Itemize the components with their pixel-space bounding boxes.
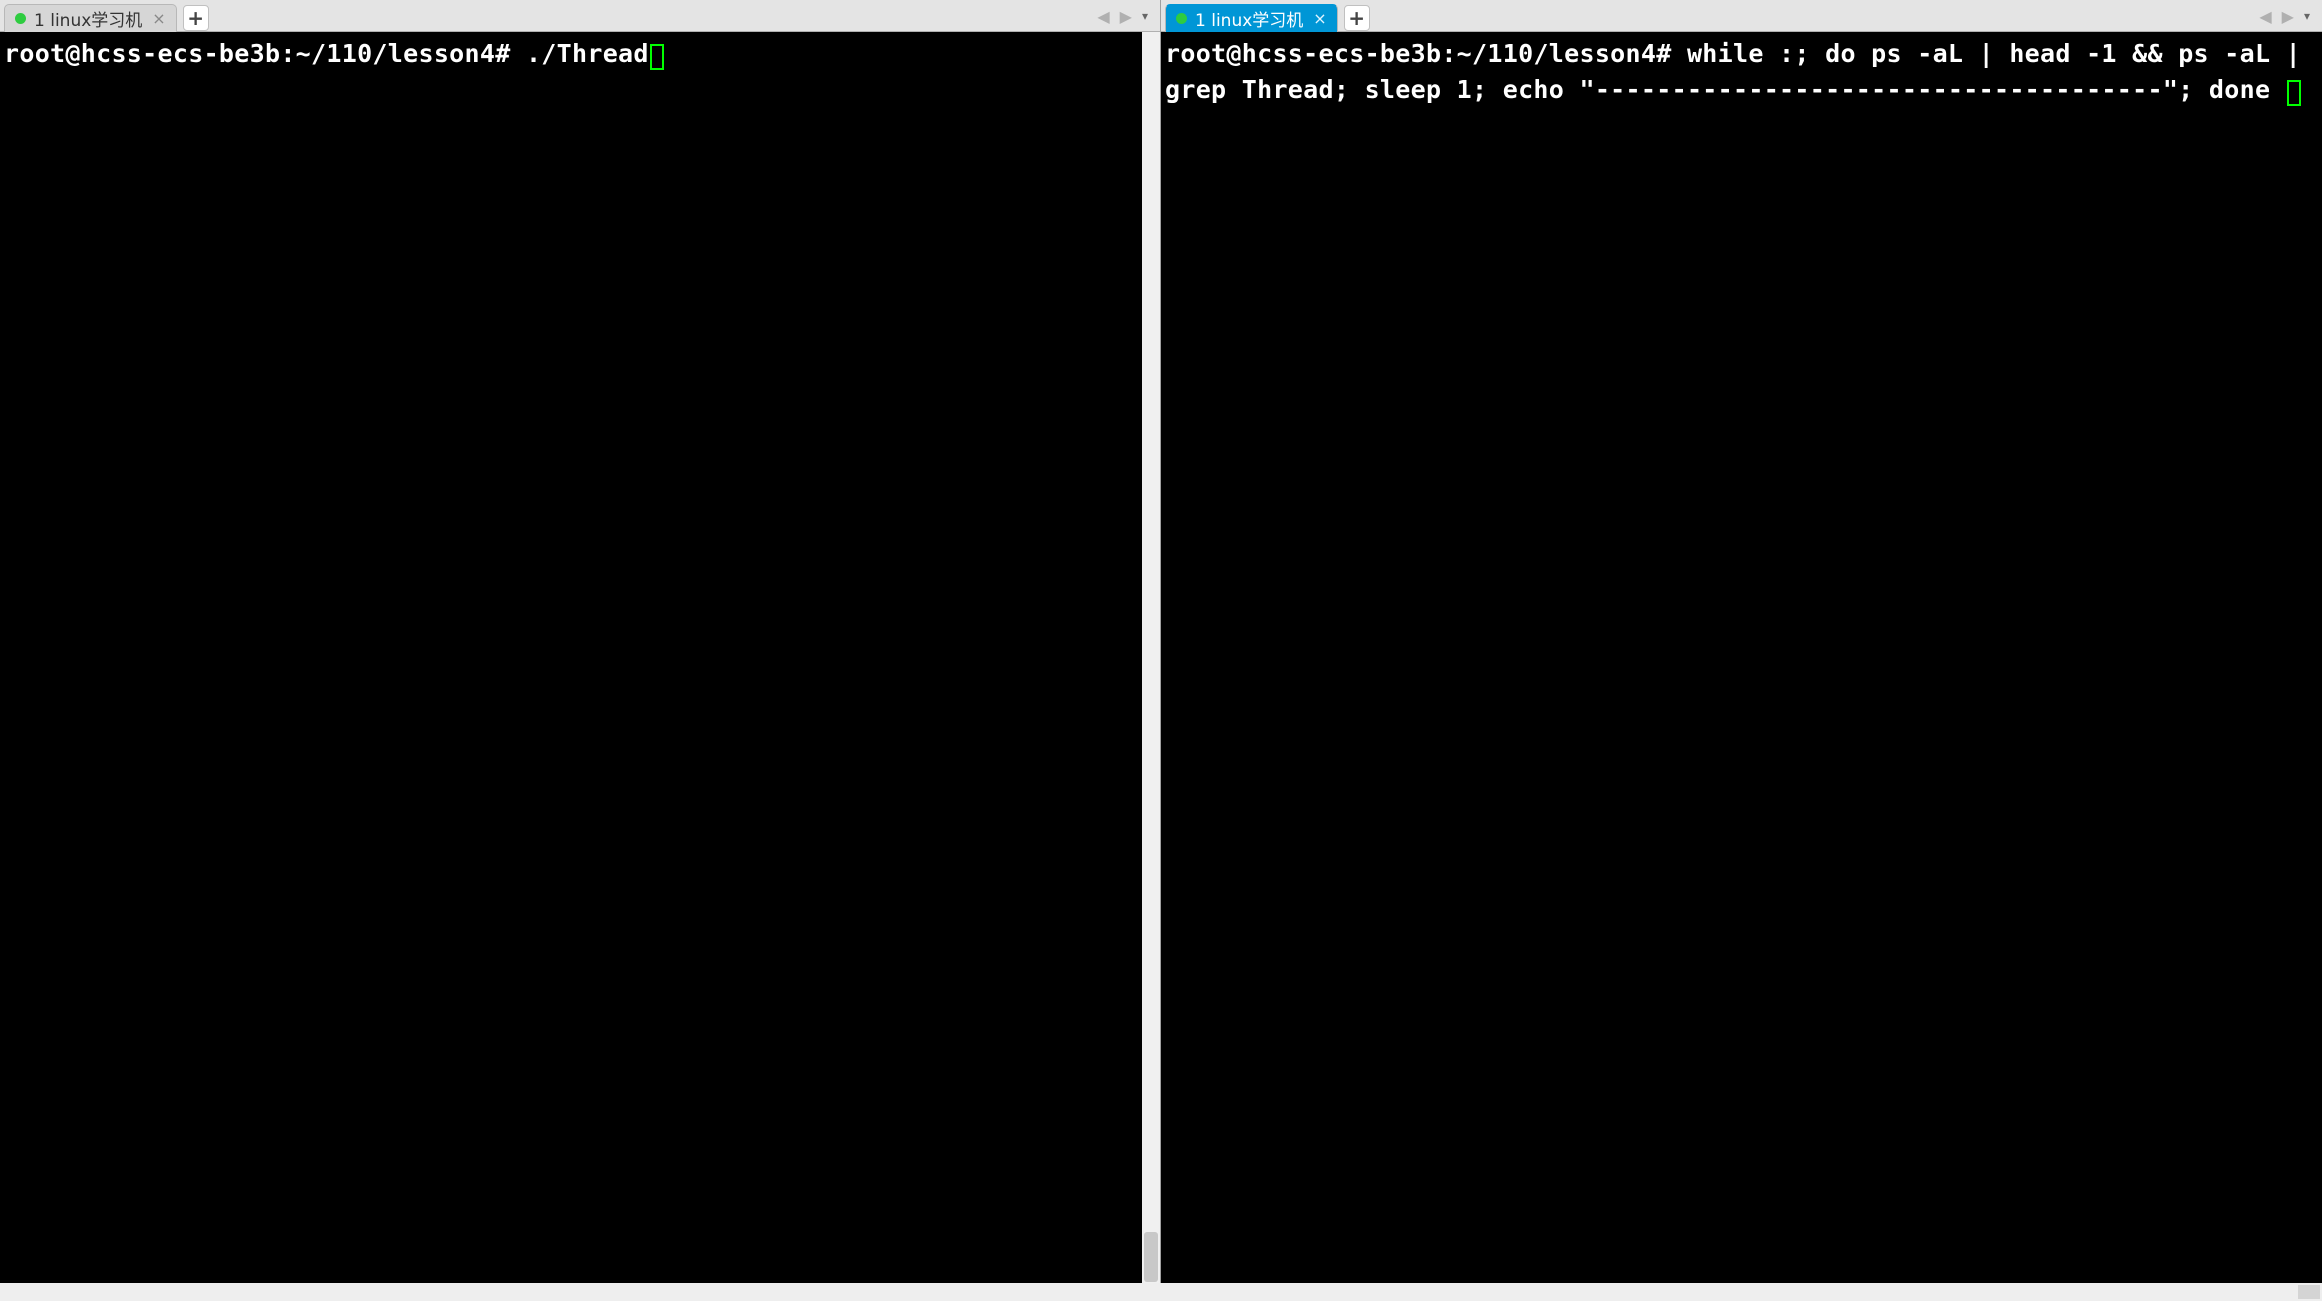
- new-tab-button[interactable]: +: [1344, 5, 1370, 31]
- cursor-icon: [2287, 80, 2301, 106]
- new-tab-button[interactable]: +: [183, 5, 209, 31]
- right-pane: 1 linux学习机 × + ◀ ▶ ▾ root@hcss-ecs-be3b:…: [1161, 0, 2322, 1301]
- tab-dropdown-icon[interactable]: ▾: [1138, 9, 1152, 23]
- right-tabbar: 1 linux学习机 × + ◀ ▶ ▾: [1161, 0, 2322, 32]
- next-tab-icon[interactable]: ▶: [2278, 7, 2298, 26]
- right-terminal[interactable]: root@hcss-ecs-be3b:~/110/lesson4# while …: [1161, 32, 2322, 1301]
- next-tab-icon[interactable]: ▶: [1116, 7, 1136, 26]
- resize-grip-icon[interactable]: [2298, 1285, 2320, 1299]
- left-tab-label: 1 linux学习机: [34, 6, 142, 31]
- status-dot-icon: [1176, 13, 1187, 24]
- left-prompt: root@hcss-ecs-be3b:~/110/lesson4#: [4, 39, 526, 68]
- pane-splitter[interactable]: [1154, 32, 1166, 1301]
- left-tab[interactable]: 1 linux学习机 ×: [4, 4, 177, 32]
- status-dot-icon: [15, 13, 26, 24]
- left-command: ./Thread: [526, 39, 649, 68]
- left-tabbar: 1 linux学习机 × + ◀ ▶ ▾: [0, 0, 1160, 32]
- prev-tab-icon[interactable]: ◀: [1093, 7, 1113, 26]
- prev-tab-icon[interactable]: ◀: [2255, 7, 2275, 26]
- right-terminal-content: root@hcss-ecs-be3b:~/110/lesson4# while …: [1165, 36, 2318, 107]
- tab-dropdown-icon[interactable]: ▾: [2300, 9, 2314, 23]
- left-pane: 1 linux学习机 × + ◀ ▶ ▾ root@hcss-ecs-be3b:…: [0, 0, 1161, 1301]
- left-terminal[interactable]: root@hcss-ecs-be3b:~/110/lesson4# ./Thre…: [0, 32, 1142, 1301]
- right-nav-arrows: ◀ ▶ ▾: [2255, 0, 2314, 32]
- left-terminal-content: root@hcss-ecs-be3b:~/110/lesson4# ./Thre…: [4, 36, 1138, 72]
- right-tab[interactable]: 1 linux学习机 ×: [1165, 4, 1338, 32]
- right-tab-label: 1 linux学习机: [1195, 6, 1303, 31]
- close-icon[interactable]: ×: [150, 9, 167, 28]
- cursor-icon: [650, 44, 664, 70]
- left-nav-arrows: ◀ ▶ ▾: [1093, 0, 1152, 32]
- close-icon[interactable]: ×: [1311, 9, 1328, 28]
- right-prompt: root@hcss-ecs-be3b:~/110/lesson4#: [1165, 39, 1687, 68]
